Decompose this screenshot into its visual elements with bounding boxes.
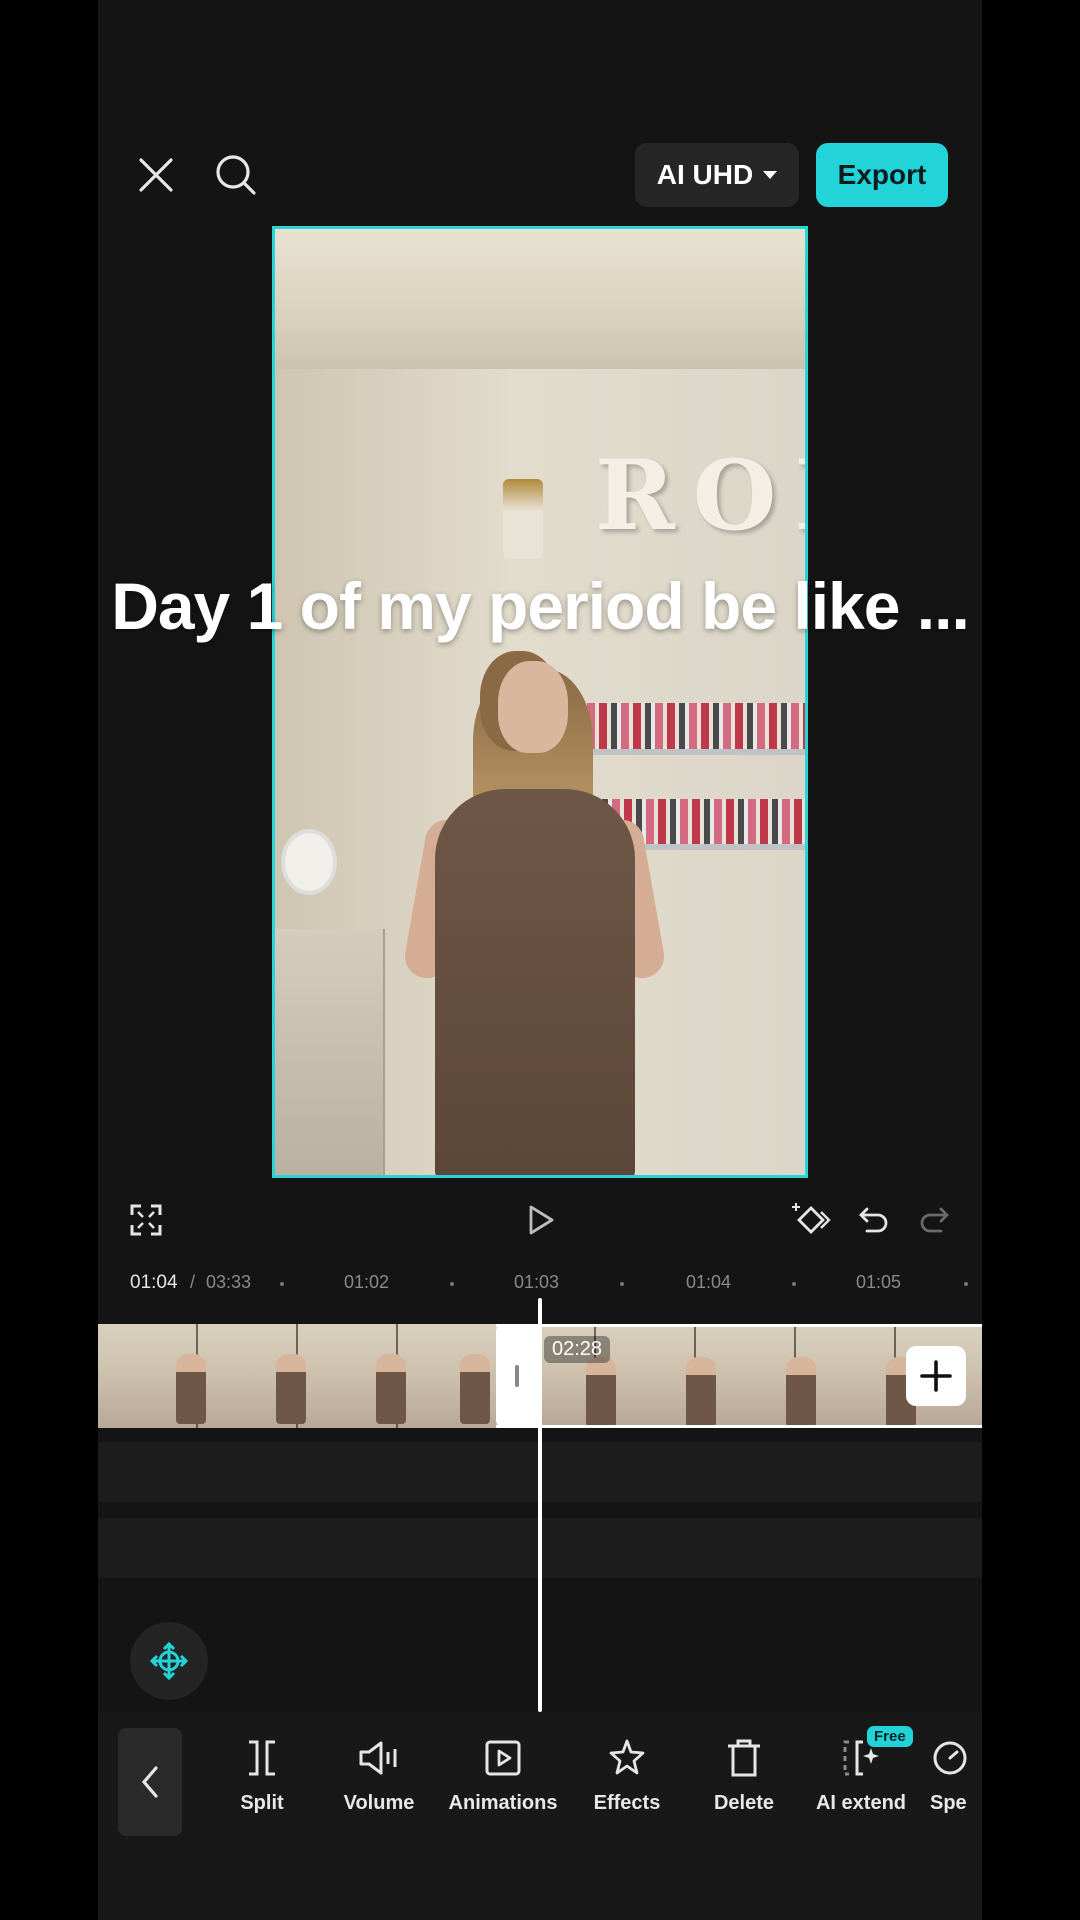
effects-icon xyxy=(609,1739,645,1775)
undo-button[interactable] xyxy=(852,1198,896,1242)
redo-icon xyxy=(920,1207,949,1233)
search-icon xyxy=(216,155,256,195)
close-button[interactable] xyxy=(128,147,184,203)
keyframe-icon xyxy=(792,1203,831,1234)
clip-trim-handle[interactable] xyxy=(496,1324,538,1428)
play-icon xyxy=(529,1205,554,1235)
animations-tool[interactable]: Animations xyxy=(443,1734,563,1815)
scene-sconce xyxy=(503,479,543,559)
speed-icon xyxy=(933,1741,967,1775)
speed-tool[interactable]: Spe xyxy=(922,1734,982,1815)
plus-icon xyxy=(920,1360,952,1392)
clip-thumbnail xyxy=(376,1354,406,1424)
free-badge: Free xyxy=(867,1726,913,1747)
volume-tool[interactable]: Volume xyxy=(319,1734,439,1815)
volume-label: Volume xyxy=(343,1792,415,1814)
scene-shelf xyxy=(565,749,805,755)
ruler-tick: 01:05 xyxy=(856,1272,902,1292)
clip-thumbnail xyxy=(586,1357,616,1425)
keyframe-button[interactable] xyxy=(790,1198,834,1242)
add-clip-button[interactable] xyxy=(906,1346,966,1406)
scene-bottles xyxy=(565,703,805,749)
fullscreen-button[interactable] xyxy=(124,1198,168,1242)
video-preview[interactable]: ROK xyxy=(272,226,808,1178)
quality-label: AI UHD xyxy=(656,159,754,190)
undo-icon xyxy=(859,1207,888,1233)
chevron-left-icon xyxy=(141,1766,158,1798)
total-time: 03:33 xyxy=(206,1272,252,1292)
time-separator: / xyxy=(190,1272,196,1292)
scene-wall-letters: ROK xyxy=(595,439,805,552)
effects-label: Effects xyxy=(593,1792,661,1814)
ruler-tick: 01:04 xyxy=(686,1272,732,1292)
speed-label: Spe xyxy=(930,1792,967,1814)
scene-mirror xyxy=(281,829,337,895)
current-time: 01:04 xyxy=(130,1272,178,1293)
split-icon xyxy=(249,1740,275,1776)
split-label: Split xyxy=(240,1792,284,1814)
move-icon xyxy=(149,1641,189,1681)
clip-thumbnail xyxy=(276,1354,306,1424)
fullscreen-icon xyxy=(130,1204,162,1236)
handle-grip xyxy=(515,1365,519,1387)
text-overlay-caption[interactable]: Day 1 of my period be like ... xyxy=(98,568,982,644)
redo-button[interactable] xyxy=(912,1198,956,1242)
scene-person-head xyxy=(498,661,568,753)
clip-thumbnail xyxy=(460,1354,490,1424)
ai-extend-tool[interactable]: Free AI extend xyxy=(801,1726,921,1815)
scene-dresser xyxy=(275,929,385,1175)
split-tool[interactable]: Split xyxy=(202,1734,322,1815)
volume-icon xyxy=(359,1741,397,1775)
animations-icon xyxy=(485,1740,521,1776)
back-button[interactable] xyxy=(118,1728,182,1836)
move-tool-button[interactable] xyxy=(130,1622,208,1700)
clip-thumbnail xyxy=(176,1354,206,1424)
effects-tool[interactable]: Effects xyxy=(567,1734,687,1815)
delete-label: Delete xyxy=(713,1792,775,1814)
scene-person-body xyxy=(435,789,635,1175)
play-button[interactable] xyxy=(518,1198,562,1242)
bottom-toolbar: Split Volume Animations Effects Delete F… xyxy=(98,1712,982,1920)
top-bar: AI UHD Export xyxy=(98,140,982,210)
clip-thumbnail xyxy=(686,1357,716,1425)
chevron-down-icon xyxy=(763,171,778,179)
delete-tool[interactable]: Delete xyxy=(684,1734,804,1815)
ai-extend-label: AI extend xyxy=(815,1792,907,1814)
export-button[interactable]: Export xyxy=(816,143,948,207)
ruler-tick: 01:03 xyxy=(514,1272,560,1292)
search-button[interactable] xyxy=(208,147,264,203)
quality-dropdown[interactable]: AI UHD xyxy=(635,143,799,207)
video-clip[interactable] xyxy=(98,1324,496,1428)
video-editor: AI UHD Export ROK Day 1 of my period be … xyxy=(98,0,982,1920)
delete-icon xyxy=(728,1739,760,1777)
playback-controls xyxy=(98,1192,982,1248)
ruler-tick: 01:02 xyxy=(344,1272,390,1292)
playhead[interactable] xyxy=(538,1298,542,1712)
close-icon xyxy=(139,158,173,192)
clip-thumbnail xyxy=(786,1357,816,1425)
scene-ceiling xyxy=(275,229,805,379)
clip-duration: 02:28 xyxy=(544,1336,611,1363)
animations-label: Animations xyxy=(448,1792,558,1814)
